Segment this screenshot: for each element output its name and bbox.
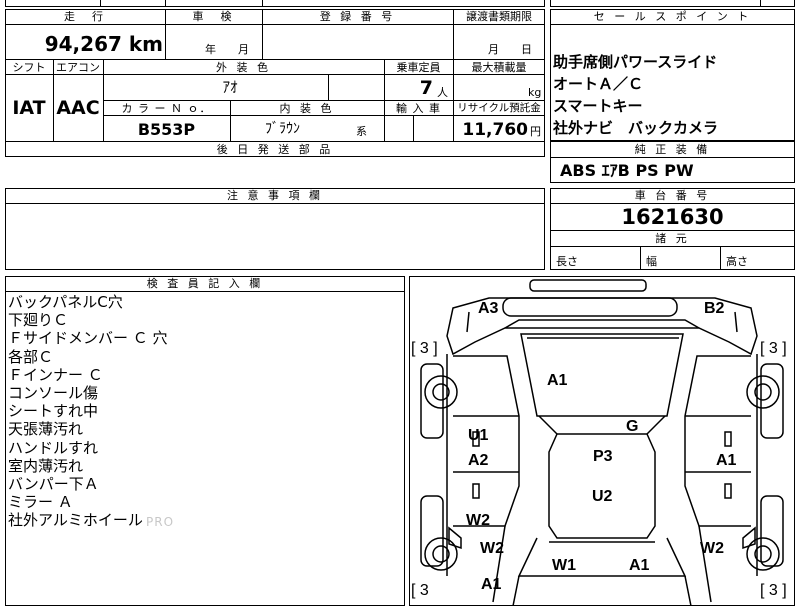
later-parts-header: 後 日 発 送 部 品	[216, 143, 334, 156]
transfer-deadline-header: 譲渡書類期限	[466, 10, 532, 23]
mileage-header: 走 行	[64, 10, 106, 23]
inspector-notes-list: バックパネルC穴 下廻りＣ Ｆサイドメンバー Ｃ 穴 各部Ｃ Ｆインナー Ｃ コ…	[8, 293, 398, 530]
tire-tread-front-left: [ 3	[411, 582, 429, 599]
interior-color-value: ﾌﾞﾗｳﾝ	[265, 121, 300, 137]
load-unit: kg	[528, 86, 542, 99]
capacity-value: 7	[419, 77, 433, 99]
damage-mark-rear-right: B2	[704, 300, 725, 317]
registration-number-header: 登 録 番 号	[319, 10, 396, 23]
capacity-unit: 人	[437, 86, 448, 99]
notes-header: 注 意 事 項 欄	[227, 189, 323, 202]
recycle-fee-value: 11,760	[462, 120, 528, 140]
mileage-value: 94,267 km	[44, 32, 163, 56]
dimensions-header: 諸 元	[655, 232, 690, 245]
aircon-value: AAC	[56, 97, 100, 119]
sales-point-item: 社外ナビ バックカメラ	[553, 119, 719, 137]
standard-equipment-value: ABS ｴｱB PS PW	[560, 161, 694, 180]
damage-mark-left-front-fender: W2	[480, 540, 504, 557]
inspector-note: 室内薄汚れ	[8, 456, 84, 475]
inspector-note: Ｆインナー Ｃ	[8, 365, 103, 384]
max-load-header: 最大積載量	[471, 61, 527, 74]
shift-header: シフト	[12, 61, 46, 74]
inspector-note: ミラー Ａ	[8, 493, 73, 512]
damage-mark-glass: G	[626, 418, 639, 435]
import-header: 輸 入 車	[396, 102, 441, 115]
inspector-note: 社外アルミホイール	[8, 511, 143, 530]
exterior-color-value: ｱｵ	[222, 78, 238, 96]
recycle-header: リサイクル預託金	[457, 102, 541, 114]
inspector-note: 天張薄汚れ	[8, 420, 84, 439]
inspection-date: 年 月	[205, 43, 249, 56]
watermark-text: PRO	[146, 515, 175, 529]
interior-color-header: 内 装 色	[279, 102, 335, 115]
chassis-number: 1621630	[621, 205, 724, 229]
sales-points-list: 助手席側パワースライド オートＡ／Ｃ スマートキー 社外ナビ バックカメラ	[553, 51, 793, 139]
capacity-header: 乗車定員	[396, 61, 441, 74]
inspector-note: シートすれ中	[8, 402, 99, 421]
tire-tread-rear-left: [ 3 ]	[411, 340, 438, 357]
rear-bumper-shape	[529, 279, 647, 292]
height-label: 高さ	[726, 255, 748, 268]
width-label: 幅	[646, 255, 657, 268]
sales-point-item: スマートキー	[553, 97, 643, 115]
damage-mark-roof-front: U2	[592, 488, 613, 505]
damage-mark-center: P3	[593, 448, 613, 465]
standard-equipment-header: 純 正 装 備	[634, 143, 711, 156]
damage-mark-roof: A1	[547, 372, 568, 389]
transfer-date: 月 日	[488, 43, 532, 56]
inspector-note: バックパネルC穴	[8, 293, 123, 311]
inspector-note: 下廻りＣ	[8, 311, 69, 330]
damage-mark-hood-left: W1	[552, 557, 576, 574]
rear-left-wheel	[424, 375, 458, 409]
top-fragment-row	[5, 0, 545, 7]
top-fragment-right	[550, 0, 795, 7]
inspector-note: 各部Ｃ	[8, 347, 54, 366]
inspector-note: バンパー下Ａ	[8, 475, 99, 494]
car-outline-diagram	[420, 279, 784, 606]
tire-tread-front-right: [ 3 ]	[760, 582, 787, 599]
sales-point-item: オートＡ／Ｃ	[553, 75, 644, 93]
chassis-header: 車 台 番 号	[634, 189, 711, 202]
inspector-note: ハンドルすれ	[8, 438, 99, 457]
damage-mark-left-rear-door: A2	[468, 452, 489, 469]
shift-value: IAT	[12, 97, 46, 119]
recycle-fee-unit: 円	[530, 125, 541, 138]
rear-right-wheel	[746, 375, 780, 409]
inspector-header: 検 査 員 記 入 欄	[146, 277, 264, 290]
sales-points-header: セ ー ル ス ポ イ ン ト	[593, 10, 752, 23]
damage-mark-front-bumper: A1	[481, 576, 502, 593]
length-label: 長さ	[556, 255, 578, 268]
damage-mark-right-door: A1	[716, 452, 737, 469]
sales-point-item: 助手席側パワースライド	[553, 53, 718, 71]
color-number-value: B553P	[137, 120, 196, 139]
inspector-note: Ｆサイドメンバー Ｃ 穴	[8, 329, 168, 348]
damage-mark-left-rear-fender: U1	[468, 427, 489, 444]
color-number-header: カ ラ ー Ｎ ｏ．	[121, 102, 212, 115]
damage-mark-left-front-door: W2	[466, 512, 490, 529]
aircon-header: エアコン	[56, 61, 100, 74]
inspection-header: 車 検	[192, 10, 235, 23]
damage-mark-rear-left: A3	[478, 300, 499, 317]
interior-color-suffix: 系	[356, 125, 367, 138]
tire-tread-rear-right: [ 3 ]	[760, 340, 787, 357]
exterior-color-header: 外 装 色	[216, 61, 271, 74]
damage-mark-hood-right: A1	[629, 557, 650, 574]
damage-mark-right-front-fender: W2	[700, 540, 724, 557]
inspector-note: コンソール傷	[8, 384, 99, 403]
